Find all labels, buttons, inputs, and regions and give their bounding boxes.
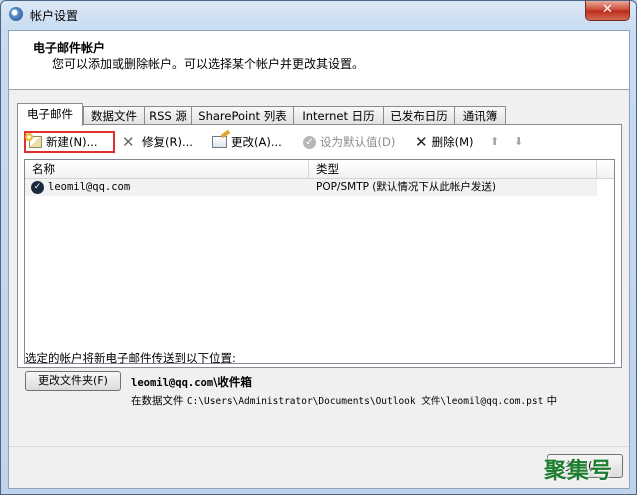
change-button[interactable]: 更改(A)...: [209, 131, 285, 153]
repair-button[interactable]: 修复(R)...: [119, 131, 196, 153]
move-down-button[interactable]: ⬇: [511, 131, 526, 153]
account-type: POP/SMTP (默认情况下从此帐户发送): [316, 181, 496, 193]
window-title: 帐户设置: [30, 9, 79, 23]
delete-button[interactable]: ✕ 删除(M): [412, 131, 476, 153]
change-folder-button[interactable]: 更改文件夹(F): [25, 371, 121, 391]
delete-x-icon: ✕: [415, 133, 428, 151]
change-label: 更改(A)...: [231, 135, 282, 149]
title-bar[interactable]: 帐户设置 ✕: [1, 1, 636, 29]
tab-address-books[interactable]: 通讯簿: [454, 106, 506, 124]
delete-label: 删除(M): [431, 135, 474, 149]
new-account-icon: [25, 133, 42, 148]
tab-published-calendars[interactable]: 已发布日历: [383, 106, 455, 124]
account-toolbar: 新建(N)... 修复(R)... 更改(A)... ✓ 设为默认值(D) ✕ …: [24, 131, 614, 153]
accounts-list[interactable]: 名称 类型 ✓ leomil@qq.com POP/SMTP (默认情况下从此帐…: [24, 159, 615, 364]
account-name: leomil@qq.com: [48, 181, 131, 193]
list-header: 名称 类型: [25, 160, 614, 179]
tab-rss-feeds[interactable]: RSS 源: [144, 106, 192, 124]
tab-email[interactable]: 电子邮件: [17, 103, 83, 126]
header-title: 电子邮件帐户: [33, 41, 106, 55]
delivery-account: leomil@qq.com: [131, 377, 214, 389]
new-account-label: 新建(N)...: [46, 135, 98, 149]
check-circle-icon: ✓: [303, 135, 316, 149]
header-panel: 电子邮件帐户 您可以添加或删除帐户。可以选择某个帐户并更改其设置。: [9, 31, 629, 90]
set-default-button[interactable]: ✓ 设为默认值(D): [300, 131, 398, 153]
datafile-suffix: 中: [546, 395, 558, 407]
tab-internet-calendars[interactable]: Internet 日历: [293, 106, 384, 124]
change-account-icon: [212, 136, 227, 148]
datafile-path: C:\Users\Administrator\Documents\Outlook…: [186, 396, 544, 407]
tab-sharepoint-lists[interactable]: SharePoint 列表: [191, 106, 294, 124]
outlook-app-icon: [9, 7, 23, 21]
delivery-datafile: 在数据文件 C:\Users\Administrator\Documents\O…: [131, 393, 557, 408]
delivery-folder: leomil@qq.com\收件箱: [131, 374, 252, 390]
new-account-button[interactable]: 新建(N)...: [24, 131, 115, 153]
account-settings-window: 帐户设置 ✕ 电子邮件帐户 您可以添加或删除帐户。可以选择某个帐户并更改其设置。…: [0, 0, 637, 495]
tab-data-files[interactable]: 数据文件: [83, 106, 145, 124]
watermark-logo: 聚集号: [544, 459, 614, 484]
move-up-button[interactable]: ⬆: [487, 131, 502, 153]
footer-divider: [9, 446, 629, 447]
repair-label: 修复(R)...: [142, 135, 193, 149]
repair-tools-icon: [122, 131, 138, 153]
column-header-type[interactable]: 类型: [309, 160, 597, 178]
email-tab-panel: 新建(N)... 修复(R)... 更改(A)... ✓ 设为默认值(D) ✕ …: [17, 124, 622, 368]
default-account-check-icon: ✓: [31, 181, 44, 194]
datafile-prefix: 在数据文件: [131, 395, 184, 407]
set-default-label: 设为默认值(D): [320, 135, 396, 149]
window-close-button[interactable]: ✕: [585, 1, 630, 21]
column-header-name[interactable]: 名称: [25, 160, 309, 178]
table-row[interactable]: ✓ leomil@qq.com POP/SMTP (默认情况下从此帐户发送): [25, 179, 597, 196]
dialog-client: 电子邮件帐户 您可以添加或删除帐户。可以选择某个帐户并更改其设置。 电子邮件 数…: [8, 30, 630, 489]
header-subtitle: 您可以添加或删除帐户。可以选择某个帐户并更改其设置。: [52, 57, 365, 71]
delivery-inbox: \收件箱: [213, 375, 252, 389]
delivery-location-label: 选定的帐户将新电子邮件传送到以下位置:: [25, 351, 236, 365]
arrow-up-icon: ⬆: [490, 135, 500, 148]
arrow-down-icon: ⬇: [514, 135, 524, 148]
